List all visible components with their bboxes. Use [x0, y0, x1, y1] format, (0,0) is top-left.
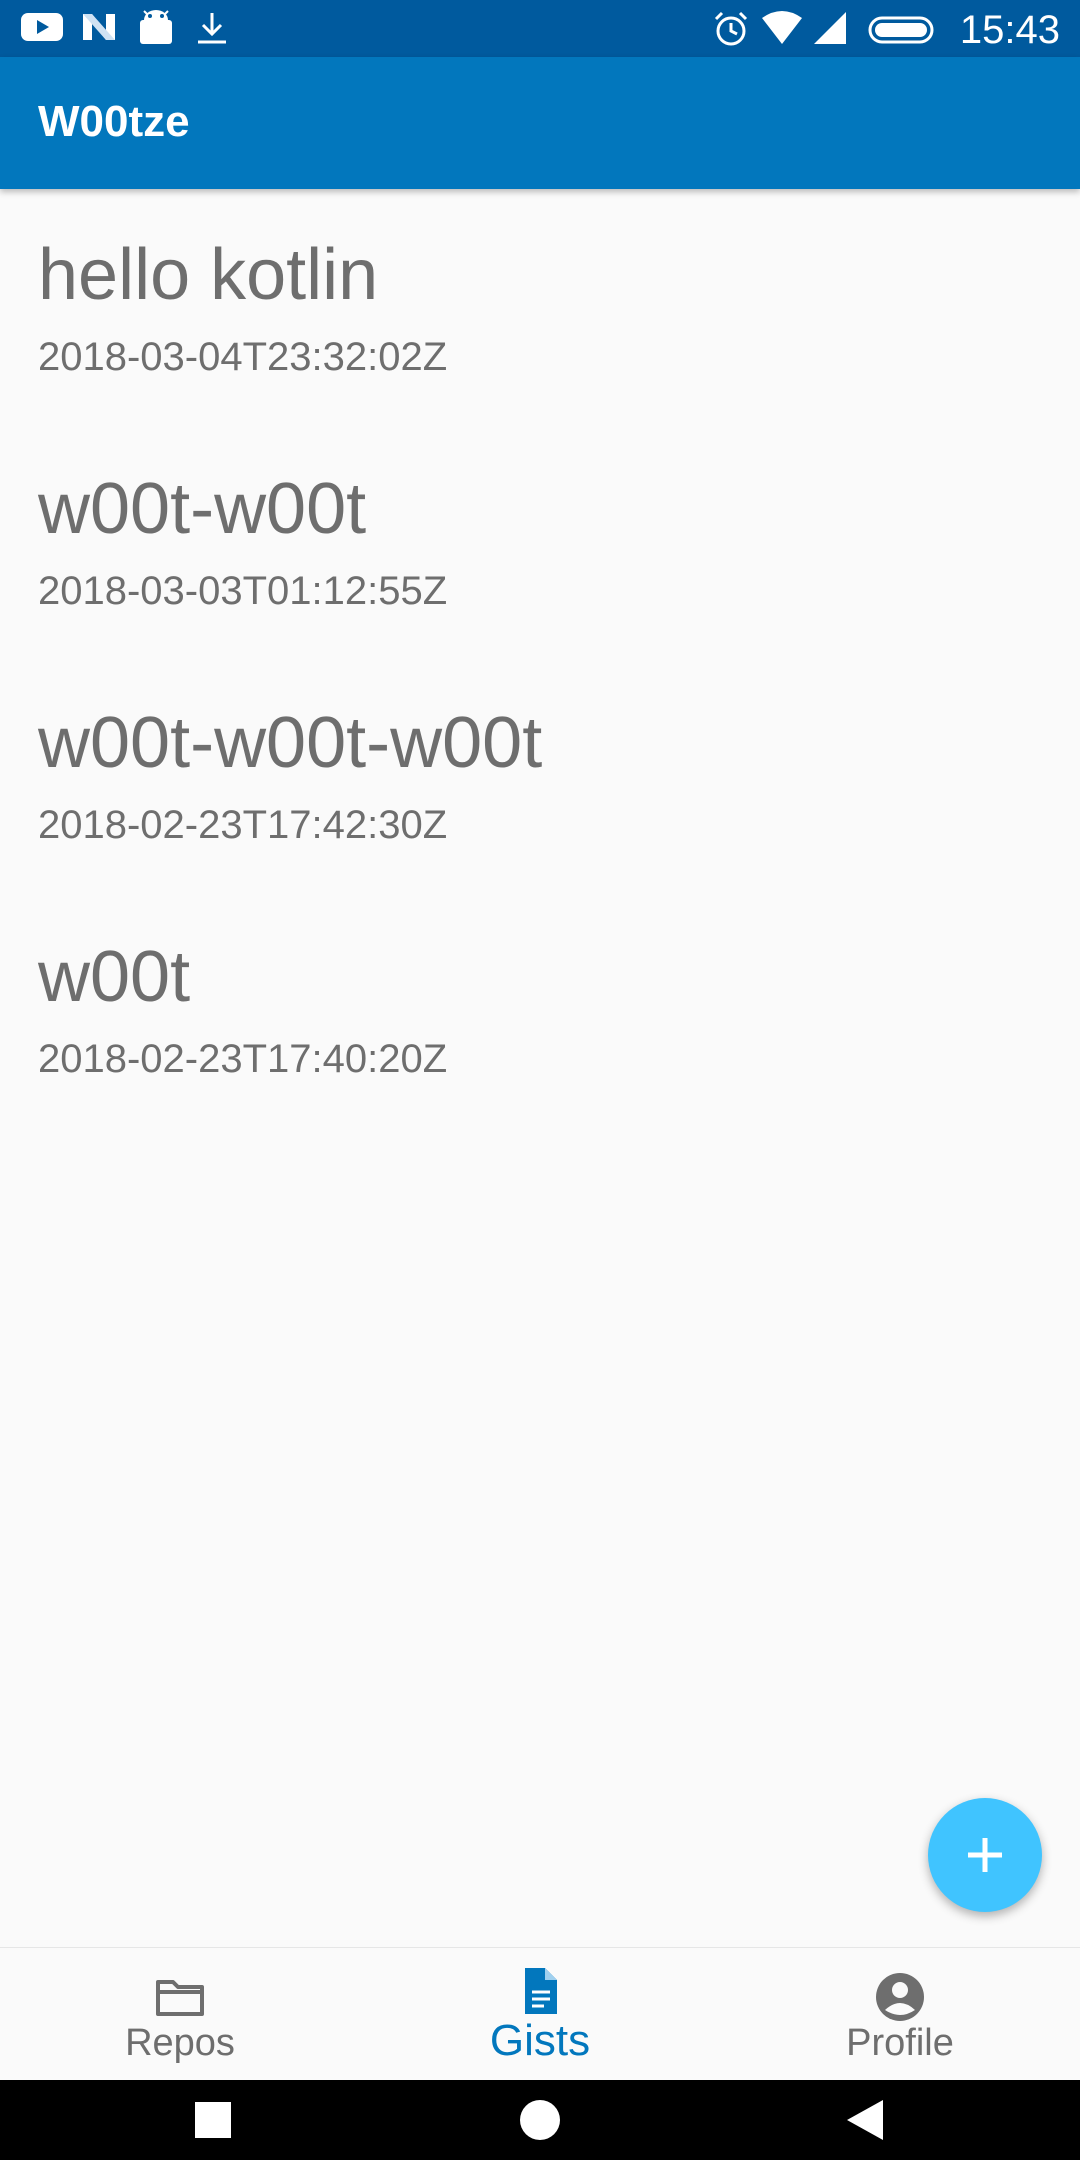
gist-title: w00t-w00t-w00t: [38, 703, 543, 783]
gist-title: w00t: [38, 937, 191, 1017]
alarm-icon: [714, 11, 748, 46]
gist-date: 2018-02-23T17:42:30Z: [38, 803, 448, 847]
document-icon: [525, 1968, 557, 2014]
home-button[interactable]: [518, 2098, 562, 2142]
bottom-navigation: Repos Gists Profile: [0, 1947, 1080, 2080]
nav-label-gists: Gists: [489, 2016, 591, 2065]
gist-list-item[interactable]: hello kotlin 2018-03-04T23:32:02Z: [0, 189, 1080, 423]
n-icon: [83, 14, 115, 40]
gist-title: hello kotlin: [38, 235, 379, 315]
folder-icon: [156, 1980, 204, 2016]
youtube-icon: [21, 13, 63, 41]
signal-icon: [814, 12, 846, 44]
app-title: W00tze: [38, 97, 190, 146]
gist-date: 2018-03-04T23:32:02Z: [38, 335, 448, 379]
recents-button[interactable]: [193, 2100, 233, 2140]
gist-title: w00t-w00t: [38, 469, 367, 549]
wifi-icon: [762, 11, 802, 44]
nav-label-profile: Profile: [846, 2022, 954, 2064]
nav-item-gists[interactable]: Gists: [360, 1948, 720, 2081]
gist-list-item[interactable]: w00t-w00t-w00t 2018-02-23T17:42:30Z: [0, 657, 1080, 891]
plus-icon: [968, 1838, 1002, 1872]
account-icon: [876, 1973, 924, 2021]
nav-item-repos[interactable]: Repos: [0, 1948, 360, 2081]
add-gist-button[interactable]: [928, 1798, 1042, 1912]
gist-list-item[interactable]: w00t 2018-02-23T17:40:20Z: [0, 891, 1080, 1125]
android-icon: [140, 10, 172, 44]
download-icon: [198, 13, 226, 44]
status-bar: 15:43: [0, 0, 1080, 57]
battery-icon: [868, 16, 934, 44]
nav-item-profile[interactable]: Profile: [720, 1948, 1080, 2081]
gist-list-item[interactable]: w00t-w00t 2018-03-03T01:12:55Z: [0, 423, 1080, 657]
gist-date: 2018-03-03T01:12:55Z: [38, 569, 448, 613]
nav-label-repos: Repos: [125, 2022, 235, 2064]
system-navigation-bar: [0, 2080, 1080, 2160]
app-bar: W00tze: [0, 57, 1080, 189]
status-time: 15:43: [959, 8, 1060, 52]
gist-list: hello kotlin 2018-03-04T23:32:02Z w00t-w…: [0, 189, 1080, 1125]
gist-date: 2018-02-23T17:40:20Z: [38, 1037, 448, 1081]
back-button[interactable]: [843, 2098, 887, 2142]
